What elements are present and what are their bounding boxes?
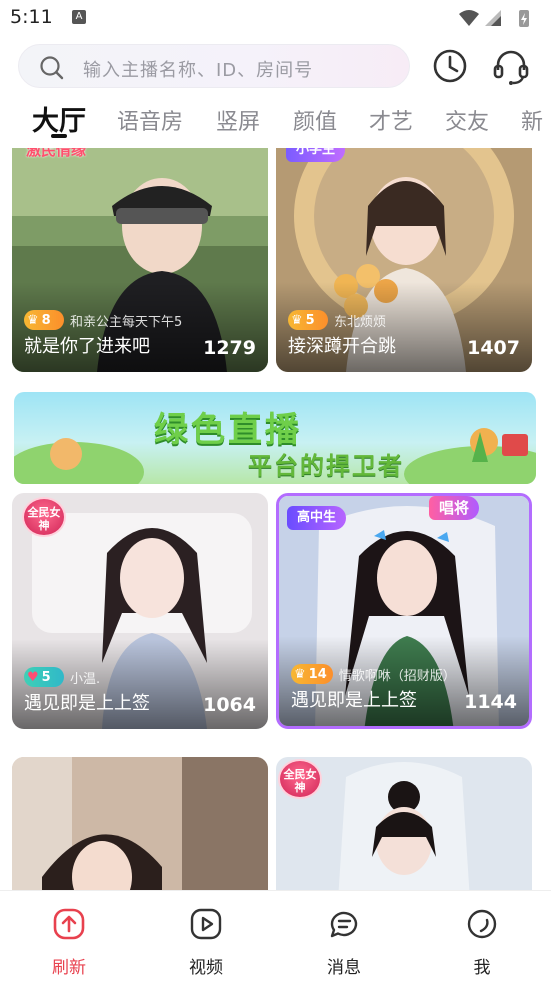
nav-label: 视频 xyxy=(189,958,223,978)
room-title: 遇见即是上上签 xyxy=(24,693,150,714)
live-feed: 激民情缘 ♛ 8 和亲公主每天下午5 就是你了进来吧 1279 小学生 ♛ 5 东北… xyxy=(0,148,551,890)
viewer-count: 1064 xyxy=(203,694,256,716)
tab-looks[interactable]: 颜值 xyxy=(293,104,337,136)
stream-thumbnail xyxy=(12,757,268,890)
card-tag: 激民情缘 xyxy=(26,148,87,159)
bottom-nav: 刷新 视频 消息 我 xyxy=(0,890,551,981)
card-tag: 小学生 xyxy=(286,148,346,162)
search-placeholder: 输入主播名称、ID、房间号 xyxy=(83,60,314,81)
tab-voice-room[interactable]: 语音房 xyxy=(117,104,183,136)
message-icon xyxy=(330,911,358,938)
host-name: 小温. xyxy=(70,671,101,687)
promo-banner[interactable]: 绿色直播 平台的捍卫者 xyxy=(14,392,536,484)
wifi-icon xyxy=(459,10,479,26)
heart-icon: ♥ xyxy=(27,669,39,685)
card-tag: 全民女神 xyxy=(22,497,66,537)
crown-icon: ♛ xyxy=(294,666,306,682)
tab-hall[interactable]: 大厅 xyxy=(32,99,86,138)
nav-label: 消息 xyxy=(327,958,361,978)
nav-messages[interactable]: 消息 xyxy=(314,907,374,978)
room-title: 遇见即是上上签 xyxy=(291,690,417,711)
live-card[interactable]: 激民情缘 ♛ 8 和亲公主每天下午5 就是你了进来吧 1279 xyxy=(12,148,268,372)
viewer-count: 1279 xyxy=(203,337,256,359)
banner-title: 绿色直播 xyxy=(154,410,302,450)
search-icon xyxy=(40,56,64,80)
refresh-up-icon xyxy=(53,908,85,940)
live-card[interactable]: 全民女神 ♥ 5 小温. 遇见即是上上签 1064 xyxy=(12,493,268,729)
live-card[interactable] xyxy=(12,757,268,890)
live-card[interactable]: 全民女神 xyxy=(276,757,532,890)
card-tag: 全民女神 xyxy=(278,759,322,799)
room-title: 接深蹲开合跳 xyxy=(288,336,396,357)
history-icon[interactable] xyxy=(430,46,470,86)
customer-service-icon[interactable] xyxy=(490,46,532,88)
tab-new[interactable]: 新 xyxy=(521,104,543,136)
host-name: 东北烦烦 xyxy=(334,314,387,330)
profile-icon xyxy=(467,909,497,939)
level-badge: ♛ 14 xyxy=(291,664,333,684)
tab-talent[interactable]: 才艺 xyxy=(369,104,413,136)
level-badge: ♛ 5 xyxy=(288,310,328,330)
nav-label: 我 xyxy=(473,958,491,978)
singer-tag: 唱将 xyxy=(429,496,480,520)
level-badge: ♥ 5 xyxy=(24,667,64,687)
status-bar: 5:11 A xyxy=(0,0,551,36)
notification-icon: A xyxy=(72,10,86,24)
live-card[interactable]: 高中生 唱将 ♛ 14 情歌啊咻（招财版） 遇见即是上上签 1144 xyxy=(276,493,532,729)
crown-icon: ♛ xyxy=(27,312,39,328)
category-tabs: 大厅 语音房 竖屏 颜值 才艺 交友 新 xyxy=(0,96,551,144)
host-name: 情歌啊咻（招财版） xyxy=(338,668,456,684)
crown-icon: ♛ xyxy=(291,312,303,328)
banner-subtitle: 平台的捍卫者 xyxy=(248,452,404,480)
nav-label: 刷新 xyxy=(52,958,86,978)
nav-video[interactable]: 视频 xyxy=(176,907,236,978)
nav-profile[interactable]: 我 xyxy=(452,907,512,978)
tab-indicator xyxy=(51,134,67,138)
card-tag: 高中生 xyxy=(287,506,347,530)
search-row: 输入主播名称、ID、房间号 xyxy=(0,40,551,94)
search-input[interactable]: 输入主播名称、ID、房间号 xyxy=(18,44,410,88)
viewer-count: 1144 xyxy=(464,691,517,713)
live-card[interactable]: 小学生 ♛ 5 东北烦烦 接深蹲开合跳 1407 xyxy=(276,148,532,372)
status-icons xyxy=(459,10,529,27)
host-name: 和亲公主每天下午5 xyxy=(70,314,183,330)
video-play-icon xyxy=(190,908,222,940)
room-title: 就是你了进来吧 xyxy=(24,336,150,357)
viewer-count: 1407 xyxy=(467,337,520,359)
status-time: 5:11 xyxy=(10,6,53,28)
level-badge: ♛ 8 xyxy=(24,310,64,330)
tab-vertical[interactable]: 竖屏 xyxy=(216,104,260,136)
tab-dating[interactable]: 交友 xyxy=(445,104,489,136)
nav-refresh[interactable]: 刷新 xyxy=(39,907,99,978)
